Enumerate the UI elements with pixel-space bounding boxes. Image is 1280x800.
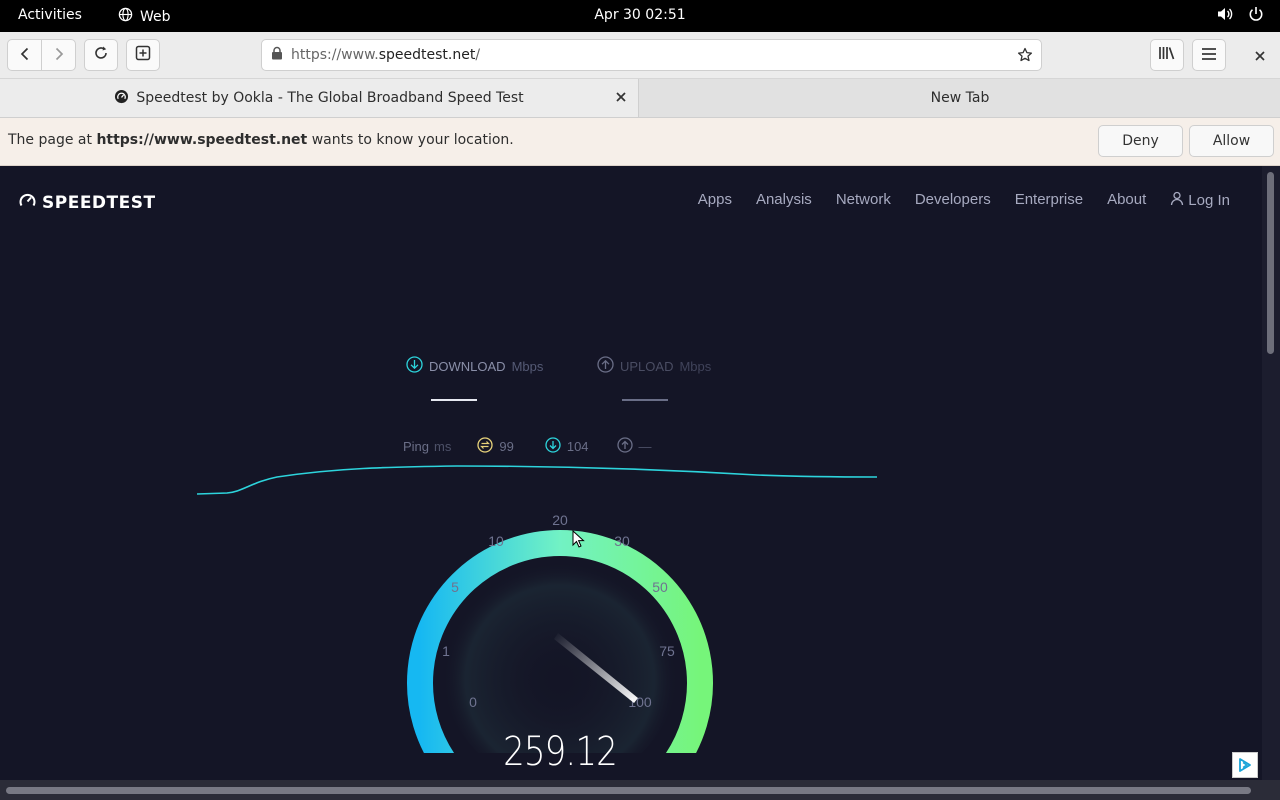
lock-icon: [271, 46, 283, 64]
nav-developers[interactable]: Developers: [915, 191, 991, 210]
reload-icon: [93, 45, 109, 65]
close-icon[interactable]: [1254, 47, 1266, 66]
ping-upload: —: [616, 437, 652, 456]
url-scheme: https://www.: [291, 47, 379, 63]
mouse-cursor-icon: [572, 530, 585, 548]
ping-row: Ping ms 99 104 —: [403, 437, 652, 456]
upload-underline: [622, 399, 668, 401]
nav-about[interactable]: About: [1107, 191, 1146, 210]
address-bar[interactable]: https://www. speedtest.net /: [261, 39, 1042, 71]
main-menu-button[interactable]: [1192, 39, 1226, 71]
forward-icon: [52, 46, 66, 65]
library-icon: [1158, 45, 1176, 65]
nav-analysis[interactable]: Analysis: [756, 191, 812, 210]
speedtest-favicon-icon: [114, 89, 129, 108]
app-name: Web: [140, 8, 171, 25]
tab-speedtest[interactable]: Speedtest by Ookla - The Global Broadban…: [0, 79, 639, 117]
system-menu[interactable]: [1217, 6, 1264, 26]
ping-idle: 99: [477, 437, 514, 456]
forward-button[interactable]: [41, 39, 76, 71]
bookmark-star-icon[interactable]: [1017, 47, 1033, 67]
adchoices-icon[interactable]: [1232, 752, 1258, 778]
menu-icon: [1201, 46, 1217, 65]
new-tab-button[interactable]: [126, 39, 160, 71]
browser-header: https://www. speedtest.net /: [0, 32, 1280, 79]
ping-label: Ping: [403, 439, 430, 454]
download-icon: [406, 356, 423, 376]
tick-10: 10: [488, 533, 504, 549]
speedtest-logo-icon: [18, 191, 37, 214]
nav-apps[interactable]: Apps: [698, 191, 732, 210]
url-host: speedtest.net: [378, 47, 476, 63]
ping-download-icon: [545, 437, 561, 456]
back-icon: [18, 46, 32, 65]
tick-20: 20: [552, 512, 568, 528]
download-metric: DOWNLOAD Mbps: [406, 356, 543, 376]
ping-unit: ms: [434, 439, 452, 454]
tick-75: 75: [659, 643, 675, 659]
library-button[interactable]: [1150, 39, 1184, 71]
url-path: /: [475, 47, 481, 63]
horizontal-scrollbar[interactable]: [0, 780, 1280, 800]
allow-button[interactable]: Allow: [1189, 125, 1274, 157]
back-button[interactable]: [7, 39, 42, 71]
speedtest-logo[interactable]: SPEEDTEST: [18, 191, 156, 214]
ping-download: 104: [545, 437, 589, 456]
globe-icon: [118, 7, 133, 26]
tick-50: 50: [652, 579, 668, 595]
clock[interactable]: Apr 30 02:51: [594, 7, 685, 23]
download-underline: [431, 399, 477, 401]
power-icon: [1248, 6, 1264, 26]
upload-icon: [597, 356, 614, 376]
permission-site: https://www.speedtest.net: [96, 132, 308, 148]
activities-button[interactable]: Activities: [18, 7, 82, 23]
app-menu[interactable]: Web: [118, 7, 171, 26]
volume-icon: [1217, 6, 1234, 26]
ping-idle-icon: [477, 437, 494, 456]
horizontal-scroll-thumb[interactable]: [6, 787, 1251, 794]
nav-enterprise[interactable]: Enterprise: [1015, 191, 1083, 210]
ping-upload-icon: [616, 437, 633, 456]
new-tab-icon: [135, 45, 151, 65]
tab-title: Speedtest by Ookla - The Global Broadban…: [136, 90, 524, 106]
login-link[interactable]: Log In: [1170, 191, 1230, 210]
tab-new-tab[interactable]: New Tab: [640, 79, 1280, 117]
tick-0: 0: [469, 694, 477, 710]
speed-gauge: 0 1 5 10 20 30 50 75 100: [407, 512, 713, 753]
tick-5: 5: [451, 579, 459, 595]
tab-close-icon[interactable]: [616, 90, 626, 106]
speedtest-page: SPEEDTEST Apps Analysis Network Develope…: [0, 166, 1262, 780]
tab-bar: Speedtest by Ookla - The Global Broadban…: [0, 79, 1280, 118]
deny-button[interactable]: Deny: [1098, 125, 1183, 157]
location-permission-bar: The page at https://www.speedtest.net wa…: [0, 118, 1280, 166]
speed-value: 259.12: [503, 729, 618, 775]
system-top-bar: Activities Web Apr 30 02:51: [0, 0, 1280, 32]
nav-network[interactable]: Network: [836, 191, 891, 210]
vertical-scroll-thumb[interactable]: [1267, 172, 1274, 354]
vertical-scrollbar[interactable]: [1262, 166, 1280, 780]
speed-graph: [197, 465, 878, 495]
user-icon: [1170, 191, 1184, 210]
permission-message: The page at https://www.speedtest.net wa…: [8, 132, 514, 148]
main-nav: Apps Analysis Network Developers Enterpr…: [698, 191, 1230, 210]
tab-title: New Tab: [930, 90, 990, 106]
reload-button[interactable]: [84, 39, 118, 71]
tick-1: 1: [442, 643, 450, 659]
upload-metric: UPLOAD Mbps: [597, 356, 711, 376]
tick-30: 30: [614, 533, 630, 549]
